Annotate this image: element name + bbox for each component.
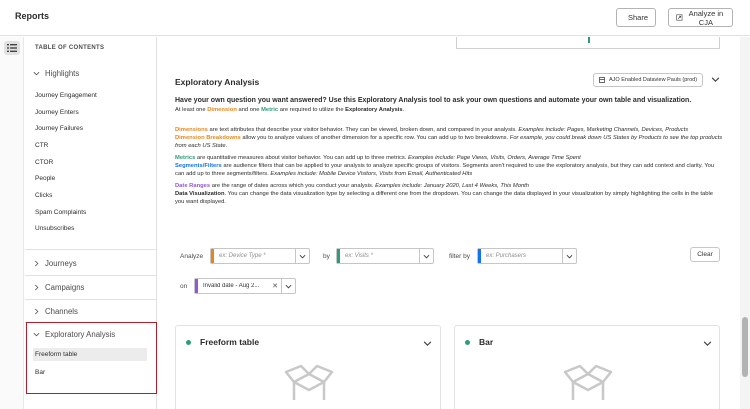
toc-item-ctr[interactable]: CTR (35, 142, 48, 149)
chevron-down-icon (423, 254, 430, 258)
toc-item-clicks[interactable]: Clicks (35, 192, 52, 199)
analyze-in-cja-button[interactable]: Analyze in CJA (668, 8, 733, 27)
chevron-right-icon (34, 284, 39, 291)
freeform-table-card: Freeform table (175, 325, 441, 409)
requirement-text: At least one Dimension and one Metric ar… (175, 107, 405, 113)
toc-section-highlights[interactable]: Highlights (33, 69, 79, 78)
date-ranges-description: Date Ranges are the range of dates acros… (175, 183, 530, 189)
toc-item-journey-engagement[interactable]: Journey Engagement (35, 92, 97, 99)
dropdown-button[interactable] (295, 249, 309, 263)
chevron-right-icon (34, 260, 39, 267)
dimension-select[interactable]: ex: Device Type * (210, 248, 310, 264)
toc-divider (25, 299, 156, 300)
by-label: by (323, 253, 330, 260)
page-scrollbar[interactable] (740, 37, 750, 409)
card-title: Bar (479, 337, 494, 347)
chevron-down-icon[interactable] (703, 339, 712, 348)
share-label: Share (628, 13, 649, 22)
toc-section-channels[interactable]: Channels (33, 307, 78, 316)
clear-button[interactable]: Clear (690, 247, 720, 262)
status-dot (186, 340, 191, 345)
chevron-right-icon (34, 308, 39, 315)
list-icon (7, 44, 17, 52)
toc-item-freeform-table[interactable]: Freeform table (33, 348, 147, 361)
app-header: Reports Share Analyze in CJA (0, 0, 750, 36)
main-content: Exploratory Analysis AJO Enabled Datavie… (158, 37, 738, 409)
toc-section-journeys[interactable]: Journeys (33, 259, 77, 268)
empty-box-icon (284, 364, 334, 400)
collapse-chevron-icon[interactable] (711, 75, 720, 84)
toc-section-exploratory-analysis[interactable]: Exploratory Analysis (33, 330, 115, 339)
date-range-select[interactable]: Invalid date - Aug 2... ✕ (194, 278, 296, 294)
metric-select[interactable]: ex: Visits * (336, 248, 434, 264)
exploratory-analysis-title: Exploratory Analysis (175, 77, 260, 87)
empty-box-icon (563, 364, 613, 400)
icon-rail (0, 37, 24, 409)
bar-card: Bar (454, 325, 720, 409)
table-of-contents: TABLE OF CONTENTS Highlights Journey Eng… (25, 37, 157, 409)
dropdown-button[interactable] (562, 249, 576, 263)
toc-divider (25, 249, 156, 250)
chevron-down-icon (299, 254, 306, 258)
data-visualization-description: Data Visualization. You can change the d… (175, 191, 713, 205)
toc-item-ctor[interactable]: CTOR (35, 159, 53, 166)
dimensions-description: Dimensions are text attributes that desc… (175, 127, 689, 133)
open-external-icon (676, 14, 683, 21)
share-button[interactable]: Share (616, 8, 656, 27)
dropdown-button[interactable] (419, 249, 433, 263)
toc-item-spam-complaints[interactable]: Spam Complaints (35, 209, 86, 216)
dropdown-button[interactable] (281, 279, 295, 293)
chevron-down-icon (33, 332, 40, 337)
panel-bar (588, 37, 590, 43)
status-dot (465, 340, 470, 345)
analyze-label: Analyze in CJA (688, 8, 724, 27)
filter-by-label: filter by (449, 253, 470, 260)
analyze-label: Analyze (180, 253, 204, 260)
toc-item-journey-enters[interactable]: Journey Enters (35, 109, 79, 116)
toc-section-campaigns[interactable]: Campaigns (33, 283, 84, 292)
on-label: on (180, 283, 188, 290)
clear-date-icon[interactable]: ✕ (269, 282, 281, 290)
chevron-down-icon (33, 71, 40, 76)
segment-select[interactable]: ex: Purchasers (477, 248, 577, 264)
metrics-description: Metrics are quantitative measures about … (175, 155, 581, 161)
intro-question: Have your own question you want answered… (175, 97, 692, 104)
previous-panel-edge (456, 37, 720, 49)
toc-divider (25, 275, 156, 276)
toc-item-unsubscribes[interactable]: Unsubscribes (35, 225, 74, 232)
toc-item-people[interactable]: People (35, 175, 55, 182)
page-title: Reports (15, 11, 50, 21)
dataview-icon (599, 77, 605, 83)
card-title: Freeform table (200, 337, 260, 347)
breakdowns-description: Dimension Breakdowns allow you to analyz… (175, 135, 723, 149)
chevron-down-icon[interactable] (423, 339, 432, 348)
toc-item-journey-failures[interactable]: Journey Failures (35, 125, 83, 132)
toc-toggle-button[interactable] (4, 41, 20, 55)
dataview-selector[interactable]: AJO Enabled Dataview Pauls (prod) (593, 73, 704, 87)
chevron-down-icon (566, 254, 573, 258)
toc-heading: TABLE OF CONTENTS (35, 45, 105, 51)
chevron-down-icon (285, 284, 292, 288)
segments-description: Segments/Filters are audience filters th… (175, 163, 715, 177)
toc-item-bar[interactable]: Bar (35, 369, 45, 376)
scrollbar-thumb[interactable] (742, 317, 748, 377)
